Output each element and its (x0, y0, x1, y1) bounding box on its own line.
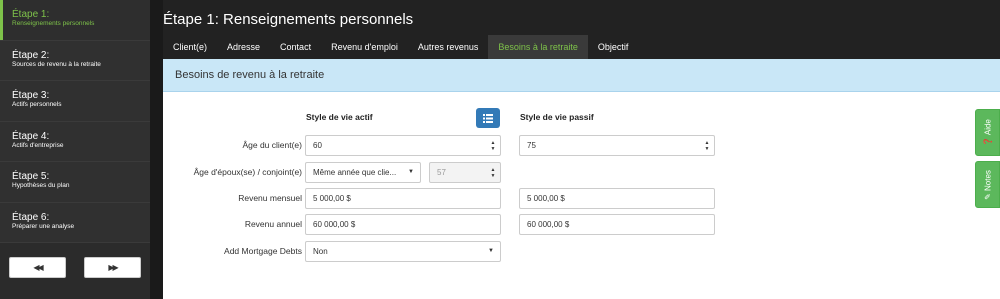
stepper-icon[interactable]: ▲ ▼ (486, 136, 500, 155)
next-step-button[interactable]: ▶▶ (84, 257, 141, 278)
column-header-active: Style de vie actif (306, 112, 373, 122)
step-subtitle: Hypothèses du plan (12, 182, 70, 189)
tab-client[interactable]: Client(e) (163, 35, 217, 59)
step-title: Étape 5: (12, 171, 50, 182)
previous-step-button[interactable]: ◀◀ (9, 257, 66, 278)
mortgage-debts-select[interactable]: Non ▼ (305, 241, 501, 262)
annual-income-label: Revenu annuel (244, 219, 302, 229)
chevron-down-icon: ▼ (408, 169, 414, 175)
mortgage-debts-label: Add Mortgage Debts (224, 246, 302, 256)
step-title: Étape 4: (12, 130, 50, 142)
monthly-income-label: Revenu mensuel (238, 193, 302, 203)
annual-income-active-input[interactable]: 60 000,00 $ (305, 214, 501, 235)
field-value: 60 000,00 $ (527, 220, 570, 229)
tab-autres-revenus[interactable]: Autres revenus (408, 35, 489, 59)
step-subtitle: Préparer une analyse (12, 222, 75, 230)
sidebar-step-6[interactable]: Étape 6: Préparer une analyse (0, 202, 150, 243)
header: Étape 1: Renseignements personnels Clien… (163, 0, 1000, 59)
help-label: ❓ Aide (983, 118, 992, 147)
list-view-button[interactable] (476, 108, 500, 128)
sidebar: Étape 1: Renseignements personnels Étape… (0, 0, 150, 299)
field-value: 5 000,00 $ (527, 194, 565, 203)
sidebar-gutter (150, 0, 163, 299)
retirement-form: Style de vie actif Style de vie passif Â… (163, 92, 973, 299)
step-subtitle: Actifs d'entreprise (12, 141, 64, 149)
age-spouse-input[interactable]: 57 ▲ ▼ (429, 162, 501, 183)
chevron-down-icon: ▼ (488, 248, 494, 254)
tab-contact[interactable]: Contact (270, 35, 321, 59)
step-title: Étape 6: (12, 211, 50, 223)
tab-bar: Client(e) Adresse Contact Revenu d'emplo… (163, 35, 638, 59)
tab-besoins-retraite[interactable]: Besoins à la retraite (488, 35, 588, 59)
age-spouse-select[interactable]: Même année que clie... ▼ (305, 162, 421, 183)
monthly-income-active-input[interactable]: 5 000,00 $ (305, 188, 501, 209)
select-value: Même année que clie... (313, 168, 397, 177)
step-subtitle: Actifs personnels (12, 101, 62, 108)
select-value: Non (313, 247, 328, 256)
sidebar-step-3[interactable]: Étape 3: Actifs personnels (0, 81, 150, 122)
column-header-passive: Style de vie passif (520, 112, 594, 122)
page-title: Étape 1: Renseignements personnels (163, 11, 414, 28)
tab-revenu-emploi[interactable]: Revenu d'emploi (321, 35, 408, 59)
step-title: Étape 2: (12, 49, 50, 61)
tab-objectif[interactable]: Objectif (588, 35, 639, 59)
help-side-tab[interactable]: ❓ Aide (975, 109, 1000, 156)
sidebar-step-5[interactable]: Étape 5: Hypothèses du plan (0, 162, 150, 203)
sidebar-step-2[interactable]: Étape 2: Sources de revenu à la retraite (0, 40, 150, 81)
panel-title: Besoins de revenu à la retraite (163, 59, 1000, 92)
list-icon (483, 113, 493, 123)
field-value: 60 (313, 141, 322, 150)
retirement-needs-panel: Besoins de revenu à la retraite Style de… (163, 59, 1000, 299)
field-value: 57 (437, 168, 446, 177)
field-value: 60 000,00 $ (313, 220, 356, 229)
stepper-icon[interactable]: ▲ ▼ (486, 163, 500, 182)
age-client-label: Âge du client(e) (242, 140, 302, 150)
step-navigation: ◀◀ ▶▶ (9, 257, 142, 278)
notes-side-tab[interactable]: ✎ Notes (975, 161, 1000, 208)
field-value: 75 (527, 141, 536, 150)
age-spouse-label: Âge d'époux(se) / conjoint(e) (193, 167, 302, 177)
sidebar-step-1[interactable]: Étape 1: Renseignements personnels (0, 0, 150, 41)
sidebar-step-4[interactable]: Étape 4: Actifs d'entreprise (0, 121, 150, 162)
tab-adresse[interactable]: Adresse (217, 35, 270, 59)
field-value: 5 000,00 $ (313, 194, 351, 203)
step-subtitle: Renseignements personnels (12, 20, 95, 27)
age-client-active-input[interactable]: 60 ▲ ▼ (305, 135, 501, 156)
step-subtitle: Sources de revenu à la retraite (12, 60, 101, 68)
step-title: Étape 3: (12, 90, 50, 101)
step-title: Étape 1: (12, 9, 50, 20)
age-client-passive-input[interactable]: 75 ▲ ▼ (519, 135, 715, 156)
notes-label: ✎ Notes (983, 169, 992, 200)
stepper-icon[interactable]: ▲ ▼ (700, 136, 714, 155)
annual-income-passive-input[interactable]: 60 000,00 $ (519, 214, 715, 235)
monthly-income-passive-input[interactable]: 5 000,00 $ (519, 188, 715, 209)
